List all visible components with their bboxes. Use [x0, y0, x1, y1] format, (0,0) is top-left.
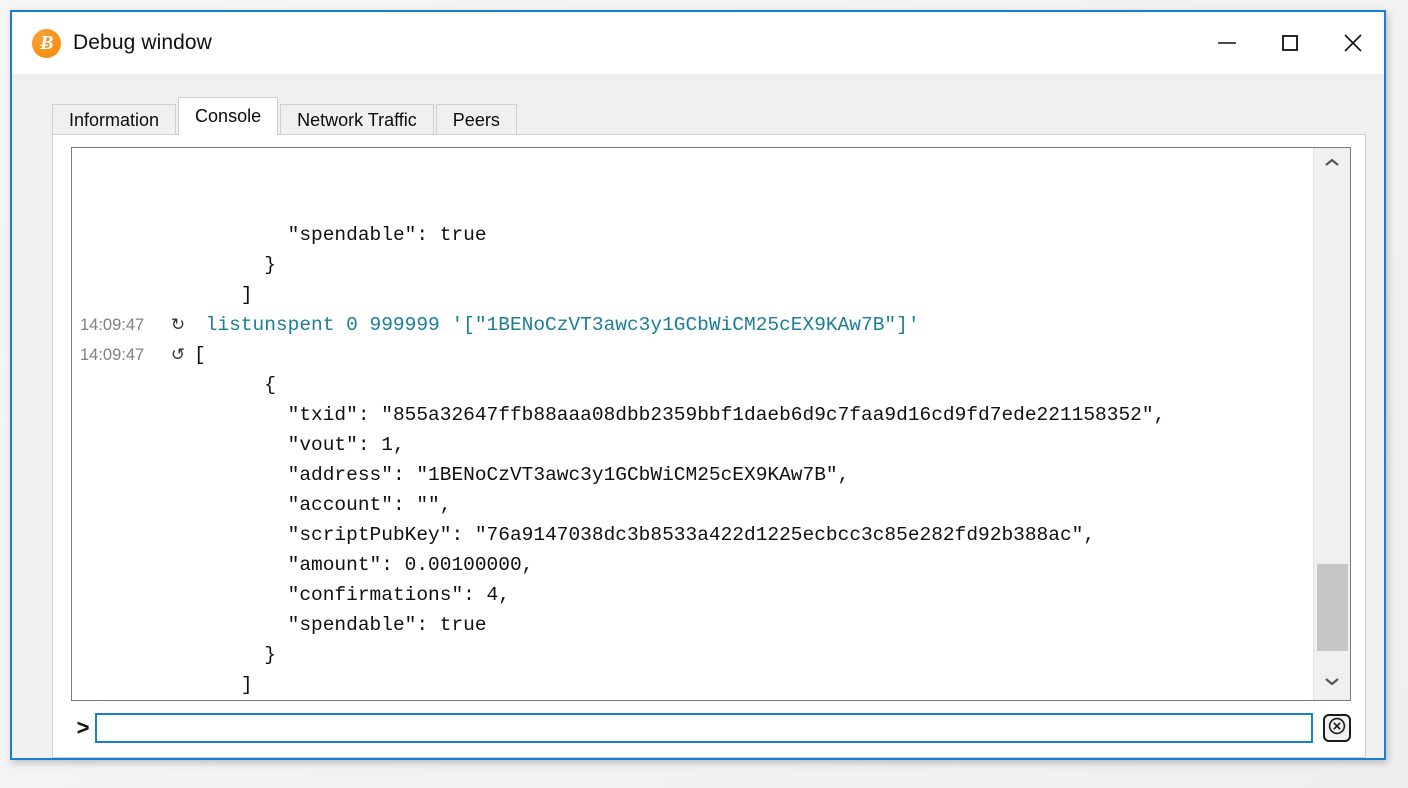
- debug-window: Ƀ Debug window Information Console Netwo…: [10, 10, 1386, 760]
- tab-information[interactable]: Information: [52, 104, 177, 134]
- prompt-symbol: >: [76, 715, 90, 740]
- outgoing-arrow-icon: ↻: [170, 315, 186, 335]
- console-message: "amount": 0.00100000,: [72, 550, 1313, 580]
- message-text: }: [194, 254, 276, 276]
- console-message: 14:09:47 ↺ [: [72, 340, 1313, 370]
- console-message-list: "spendable": true } ] 14:09:47 ↻ listunspe…: [72, 220, 1313, 700]
- console-scroll-view[interactable]: "spendable": true } ] 14:09:47 ↻ listunspe…: [72, 148, 1313, 700]
- message-text: "amount": 0.00100000,: [194, 554, 534, 576]
- tab-network-traffic[interactable]: Network Traffic: [280, 104, 434, 134]
- console-message: }: [72, 250, 1313, 280]
- command-input[interactable]: [95, 713, 1313, 743]
- maximize-icon: [1279, 32, 1301, 54]
- maximize-button[interactable]: [1258, 12, 1321, 74]
- title-bar-left: Ƀ Debug window: [12, 28, 212, 58]
- bitcoin-logo-icon: Ƀ: [32, 28, 61, 58]
- tab-peers[interactable]: Peers: [435, 104, 517, 134]
- console-message: "address": "1BENoCzVT3awc3y1GCbWiCM25cEX…: [72, 460, 1313, 490]
- close-icon: [1341, 31, 1365, 55]
- tab-console[interactable]: Console: [178, 97, 279, 135]
- chevron-down-icon: [1323, 674, 1341, 692]
- message-text: "account": "",: [194, 494, 452, 516]
- message-text: "vout": 1,: [194, 434, 405, 456]
- message-timestamp: 14:09:47: [80, 346, 145, 364]
- message-text: "confirmations": 4,: [194, 584, 510, 606]
- scroll-up-button[interactable]: [1314, 148, 1350, 182]
- scroll-down-button[interactable]: [1314, 666, 1350, 700]
- console-message: "vout": 1,: [72, 430, 1313, 460]
- console-message: "txid": "855a32647ffb88aaa08dbb2359bbf1d…: [72, 400, 1313, 430]
- scrollbar-thumb[interactable]: [1317, 564, 1348, 652]
- chevron-up-icon: [1323, 156, 1341, 174]
- message-text: ]: [194, 284, 253, 306]
- console-message: {: [72, 370, 1313, 400]
- console-message: 14:09:47 ↻ listunspent 0 999999 '["1BENoC…: [72, 310, 1313, 340]
- desktop-background: Ƀ Debug window Information Console Netwo…: [0, 0, 1408, 788]
- clear-circle-x-icon: [1327, 716, 1347, 741]
- minimize-button[interactable]: [1195, 12, 1258, 74]
- message-text: "spendable": true: [194, 224, 487, 246]
- clear-console-button[interactable]: [1323, 714, 1351, 742]
- close-button[interactable]: [1321, 12, 1384, 74]
- message-text: "spendable": true: [194, 614, 487, 636]
- message-text: "address": "1BENoCzVT3awc3y1GCbWiCM25cEX…: [194, 464, 850, 486]
- message-text: }: [194, 644, 276, 666]
- window-title: Debug window: [73, 31, 212, 54]
- message-text: "txid": "855a32647ffb88aaa08dbb2359bbf1d…: [194, 404, 1166, 426]
- console-vertical-scrollbar[interactable]: [1313, 148, 1350, 700]
- message-timestamp: 14:09:47: [80, 316, 145, 334]
- console-message: "account": "",: [72, 490, 1313, 520]
- window-controls: [1195, 12, 1384, 74]
- message-text: listunspent 0 999999 '["1BENoCzVT3awc3y1…: [194, 314, 920, 336]
- tab-strip-container: Information Console Network Traffic Peers: [12, 74, 1384, 135]
- console-message: "spendable": true: [72, 610, 1313, 640]
- scrollbar-track[interactable]: [1314, 182, 1350, 666]
- message-text: {: [194, 374, 276, 396]
- message-text: [: [194, 344, 206, 366]
- message-text: "scriptPubKey": "76a9147038dc3b8533a422d…: [194, 524, 1096, 546]
- console-message: "confirmations": 4,: [72, 580, 1313, 610]
- title-bar: Ƀ Debug window: [12, 12, 1384, 74]
- console-message: }: [72, 640, 1313, 670]
- minimize-icon: [1216, 37, 1238, 49]
- console-message: ]: [72, 670, 1313, 700]
- console-message: "spendable": true: [72, 220, 1313, 250]
- console-message: ]: [72, 280, 1313, 310]
- message-text: ]: [194, 674, 253, 696]
- tab-strip: Information Console Network Traffic Peers: [52, 96, 1384, 135]
- console-panel: "spendable": true } ] 14:09:47 ↻ listunspe…: [52, 134, 1366, 758]
- command-bar: >: [71, 711, 1351, 745]
- incoming-arrow-icon: ↺: [170, 345, 186, 365]
- console-message: "scriptPubKey": "76a9147038dc3b8533a422d…: [72, 520, 1313, 550]
- console-output-box: "spendable": true } ] 14:09:47 ↻ listunspe…: [71, 147, 1351, 701]
